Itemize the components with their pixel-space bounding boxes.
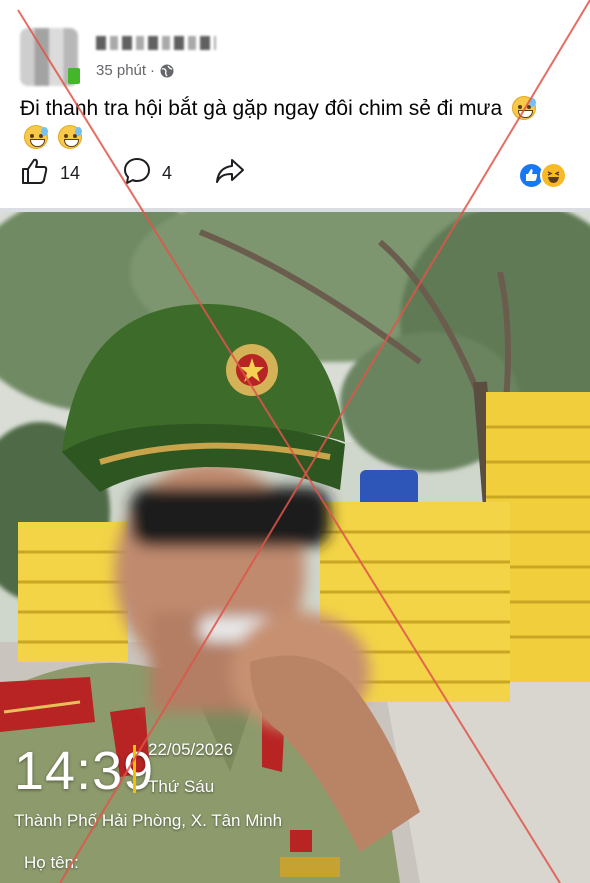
- meta-separator: ·: [150, 62, 156, 79]
- overlay-accent-bar: [133, 745, 136, 793]
- globe-icon[interactable]: [159, 63, 175, 79]
- thumbs-up-icon: [20, 156, 50, 191]
- share-button[interactable]: [214, 156, 246, 191]
- share-arrow-icon: [214, 156, 246, 191]
- comment-count: 4: [162, 163, 173, 183]
- post-text: Đi thanh tra hội bắt gà gặp ngay đôi chi…: [20, 94, 560, 152]
- post-header: 35 phút ·: [0, 0, 590, 95]
- like-button[interactable]: 14: [20, 156, 80, 191]
- overlay-day: Thứ Sáu: [148, 777, 215, 796]
- post-action-bar: 14 4: [0, 156, 590, 196]
- post-meta: 35 phút ·: [96, 62, 175, 79]
- haha-reaction-icon: [540, 162, 567, 189]
- overlay-date: 22/05/2026: [148, 740, 234, 759]
- overlay-name-label: Họ tên:: [24, 853, 79, 872]
- like-count: 14: [60, 163, 81, 183]
- grin-sweat-emoji-icon: [24, 125, 48, 149]
- reaction-summary[interactable]: [518, 162, 572, 190]
- online-status-indicator: [68, 68, 80, 84]
- grin-sweat-emoji-icon: [57, 125, 82, 149]
- author-name-redacted[interactable]: [96, 36, 216, 50]
- post-time[interactable]: 35 phút: [96, 62, 146, 79]
- overlay-location: Thành Phố Hải Phòng, X. Tân Minh: [14, 811, 283, 830]
- grin-sweat-emoji-icon: [512, 96, 537, 120]
- post-caption: Đi thanh tra hội bắt gà gặp ngay đôi chi…: [20, 97, 503, 120]
- comment-bubble-icon: [122, 156, 152, 191]
- comment-button[interactable]: 4: [122, 156, 172, 191]
